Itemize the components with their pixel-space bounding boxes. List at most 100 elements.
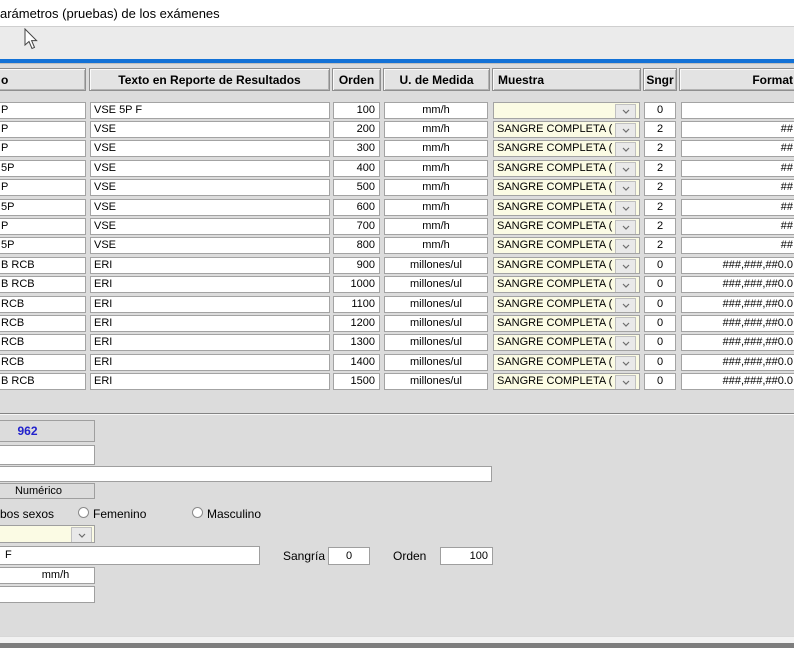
muestra-chevron-down-icon[interactable] <box>615 259 636 274</box>
cell-unidad-medida[interactable]: mm/h <box>384 218 488 235</box>
cell-unidad-medida[interactable]: mm/h <box>384 179 488 196</box>
cell-code[interactable]: B RCB <box>0 257 86 274</box>
muestra-chevron-down-icon[interactable] <box>615 375 636 390</box>
cell-texto-reporte[interactable]: VSE <box>90 218 330 235</box>
cell-sngr[interactable]: 0 <box>644 102 676 119</box>
cell-code[interactable]: P <box>0 140 86 157</box>
cell-formato[interactable]: ###,###,##0.0 <box>681 334 794 351</box>
radio-masculino[interactable] <box>192 507 203 518</box>
cell-orden[interactable]: 1400 <box>333 354 380 371</box>
cell-muestra[interactable]: SANGRE COMPLETA ( <box>493 179 640 196</box>
cell-texto-reporte[interactable]: ERI <box>90 373 330 390</box>
cell-muestra[interactable]: SANGRE COMPLETA ( <box>493 334 640 351</box>
name-input[interactable] <box>0 445 95 465</box>
cell-sngr[interactable]: 2 <box>644 237 676 254</box>
cell-orden[interactable]: 1300 <box>333 334 380 351</box>
muestra-chevron-down-icon[interactable] <box>615 220 636 235</box>
cell-muestra[interactable]: SANGRE COMPLETA ( <box>493 354 640 371</box>
cell-formato[interactable]: ## <box>681 179 794 196</box>
cell-formato[interactable]: ###,###,##0.0 <box>681 296 794 313</box>
cell-texto-reporte[interactable]: VSE <box>90 140 330 157</box>
cell-orden[interactable]: 100 <box>333 102 380 119</box>
cell-formato[interactable]: ## <box>681 160 794 177</box>
cell-sngr[interactable]: 0 <box>644 334 676 351</box>
column-header-texto-reporte[interactable]: Texto en Reporte de Resultados <box>89 68 330 91</box>
cell-sngr[interactable]: 0 <box>644 257 676 274</box>
cell-unidad-medida[interactable]: millones/ul <box>384 276 488 293</box>
muestra-chevron-down-icon[interactable] <box>615 278 636 293</box>
column-header-unidad-medida[interactable]: U. de Medida <box>383 68 490 91</box>
column-header-formato[interactable]: Format <box>679 68 794 91</box>
cell-orden[interactable]: 500 <box>333 179 380 196</box>
extra-input[interactable] <box>0 586 95 603</box>
radio-femenino[interactable] <box>78 507 89 518</box>
cell-unidad-medida[interactable]: millones/ul <box>384 257 488 274</box>
muestra-chevron-down-icon[interactable] <box>615 123 636 138</box>
cell-orden[interactable]: 700 <box>333 218 380 235</box>
cell-unidad-medida[interactable]: mm/h <box>384 199 488 216</box>
cell-muestra[interactable]: SANGRE COMPLETA ( <box>493 237 640 254</box>
cell-muestra[interactable] <box>493 102 640 119</box>
muestra-select-chevron-down-icon[interactable] <box>71 527 92 543</box>
cell-unidad-medida[interactable]: mm/h <box>384 160 488 177</box>
cell-code[interactable]: RCB <box>0 334 86 351</box>
muestra-chevron-down-icon[interactable] <box>615 239 636 254</box>
cell-unidad-medida[interactable]: mm/h <box>384 102 488 119</box>
column-header-sngr[interactable]: Sngr <box>643 68 677 91</box>
cell-sngr[interactable]: 0 <box>644 276 676 293</box>
cell-texto-reporte[interactable]: VSE <box>90 199 330 216</box>
muestra-chevron-down-icon[interactable] <box>615 356 636 371</box>
orden-input[interactable]: 100 <box>440 547 493 565</box>
cell-code[interactable]: P <box>0 121 86 138</box>
cell-muestra[interactable]: SANGRE COMPLETA ( <box>493 140 640 157</box>
muestra-chevron-down-icon[interactable] <box>615 201 636 216</box>
column-header-orden[interactable]: Orden <box>332 68 381 91</box>
cell-formato[interactable]: ###,###,##0.0 <box>681 257 794 274</box>
muestra-chevron-down-icon[interactable] <box>615 142 636 157</box>
radio-femenino-label[interactable]: Femenino <box>93 507 146 521</box>
cell-formato[interactable]: ## <box>681 140 794 157</box>
sangria-input[interactable]: 0 <box>328 547 370 565</box>
cell-code[interactable]: B RCB <box>0 276 86 293</box>
cell-muestra[interactable]: SANGRE COMPLETA ( <box>493 121 640 138</box>
unidad-input[interactable]: mm/h <box>0 567 95 584</box>
cell-muestra[interactable]: SANGRE COMPLETA ( <box>493 257 640 274</box>
cell-texto-reporte[interactable]: ERI <box>90 315 330 332</box>
cell-orden[interactable]: 1200 <box>333 315 380 332</box>
cell-formato[interactable]: ## <box>681 218 794 235</box>
column-header-code[interactable]: o <box>0 68 86 91</box>
muestra-chevron-down-icon[interactable] <box>615 298 636 313</box>
cell-formato[interactable]: ###,###,##0.0 <box>681 354 794 371</box>
cell-unidad-medida[interactable]: mm/h <box>384 121 488 138</box>
cell-sngr[interactable]: 0 <box>644 315 676 332</box>
cell-code[interactable]: P <box>0 102 86 119</box>
cell-sngr[interactable]: 2 <box>644 179 676 196</box>
cell-code[interactable]: 5P <box>0 199 86 216</box>
cell-code[interactable]: RCB <box>0 354 86 371</box>
cell-code[interactable]: 5P <box>0 160 86 177</box>
cell-unidad-medida[interactable]: mm/h <box>384 140 488 157</box>
texto-reporte-input[interactable]: F <box>0 546 260 565</box>
muestra-select[interactable] <box>0 525 95 543</box>
cell-formato[interactable]: ## <box>681 199 794 216</box>
cell-code[interactable]: B RCB <box>0 373 86 390</box>
cell-orden[interactable]: 800 <box>333 237 380 254</box>
cell-unidad-medida[interactable]: millones/ul <box>384 354 488 371</box>
cell-unidad-medida[interactable]: millones/ul <box>384 334 488 351</box>
cell-muestra[interactable]: SANGRE COMPLETA ( <box>493 315 640 332</box>
cell-muestra[interactable]: SANGRE COMPLETA ( <box>493 218 640 235</box>
muestra-chevron-down-icon[interactable] <box>615 336 636 351</box>
cell-orden[interactable]: 200 <box>333 121 380 138</box>
cell-sngr[interactable]: 0 <box>644 354 676 371</box>
cell-formato[interactable]: ###,###,##0.0 <box>681 373 794 390</box>
cell-muestra[interactable]: SANGRE COMPLETA ( <box>493 276 640 293</box>
cell-texto-reporte[interactable]: ERI <box>90 276 330 293</box>
cell-texto-reporte[interactable]: VSE <box>90 121 330 138</box>
cell-formato[interactable]: ## <box>681 237 794 254</box>
column-header-muestra[interactable]: Muestra <box>492 68 641 91</box>
cell-sngr[interactable]: 2 <box>644 160 676 177</box>
cell-orden[interactable]: 1500 <box>333 373 380 390</box>
cell-texto-reporte[interactable]: ERI <box>90 257 330 274</box>
cell-sngr[interactable]: 2 <box>644 218 676 235</box>
description-input[interactable] <box>0 466 492 482</box>
